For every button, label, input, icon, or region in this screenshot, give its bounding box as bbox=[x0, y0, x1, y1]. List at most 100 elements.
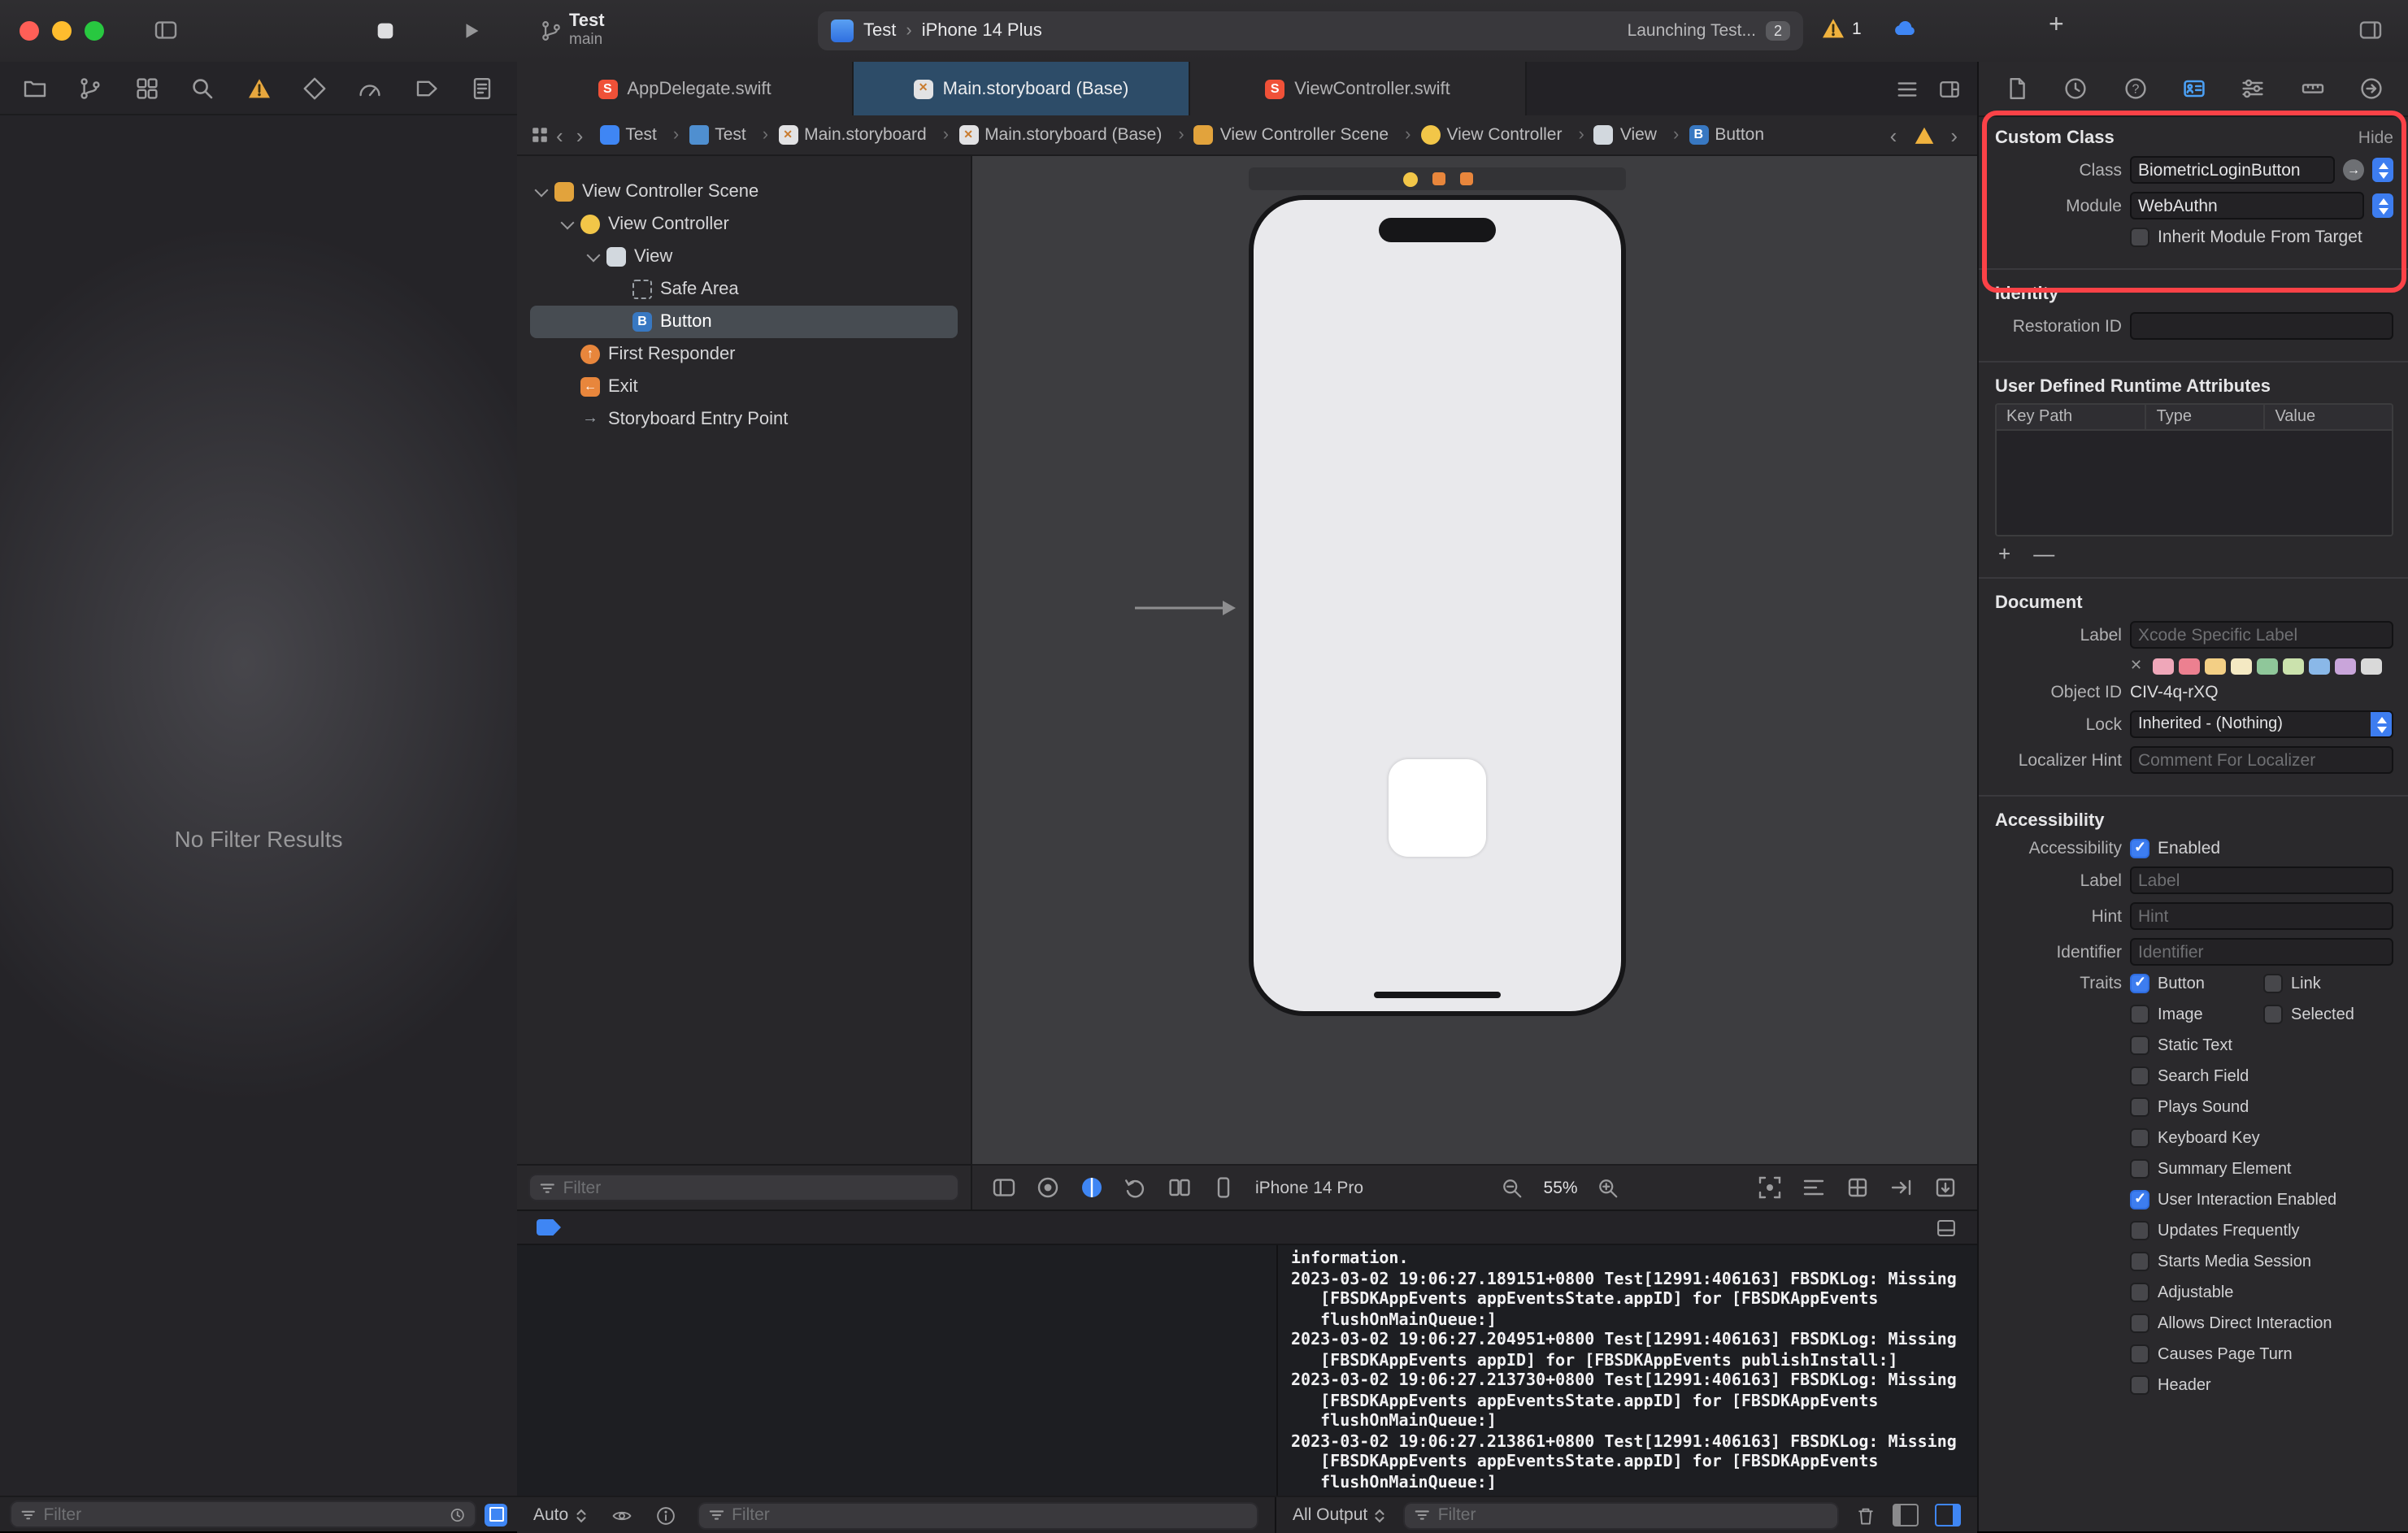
color-swatch[interactable] bbox=[2256, 658, 2277, 674]
biometric-login-button-view[interactable] bbox=[1389, 759, 1486, 857]
color-swatch[interactable] bbox=[2230, 658, 2251, 674]
color-swatch[interactable] bbox=[2152, 658, 2173, 674]
navigator-filter-field[interactable] bbox=[10, 1500, 476, 1528]
add-editor-icon[interactable] bbox=[1938, 77, 1961, 100]
document-label-input[interactable] bbox=[2138, 625, 2385, 645]
runtime-attributes-rows[interactable] bbox=[1997, 431, 2392, 535]
variables-filter-input[interactable] bbox=[732, 1505, 1249, 1525]
inherit-module-checkbox[interactable] bbox=[2130, 228, 2149, 247]
editor-tab[interactable]: ViewController.swift bbox=[1190, 62, 1527, 115]
trait-item[interactable]: Allows Direct Interaction bbox=[2130, 1314, 2393, 1333]
outline-row[interactable]: Storyboard Entry Point bbox=[517, 403, 971, 436]
breadcrumb-item[interactable]: View Controller bbox=[1420, 125, 1593, 145]
file-inspector-icon[interactable] bbox=[2005, 76, 2029, 101]
source-control-filter-toggle-icon[interactable] bbox=[485, 1503, 507, 1526]
identity-inspector-icon[interactable] bbox=[2182, 76, 2206, 101]
run-button[interactable] bbox=[460, 20, 483, 42]
color-swatch[interactable] bbox=[2282, 658, 2303, 674]
minimap-menu-icon[interactable] bbox=[1896, 77, 1919, 100]
trait-checkbox[interactable] bbox=[2130, 1097, 2149, 1117]
class-dropdown-icon[interactable] bbox=[2372, 158, 2393, 182]
trait-item[interactable]: User Interaction Enabled bbox=[2130, 1190, 2393, 1209]
outline-row[interactable]: Safe Area bbox=[517, 273, 971, 306]
trait-item[interactable]: Button bbox=[2130, 974, 2260, 993]
next-issue-icon[interactable]: › bbox=[1950, 124, 1958, 145]
stop-button[interactable] bbox=[374, 20, 397, 42]
navigator-filter-input[interactable] bbox=[43, 1505, 442, 1524]
add-constraints-icon[interactable] bbox=[1845, 1175, 1870, 1200]
variables-filter-field[interactable] bbox=[697, 1501, 1258, 1529]
console-filter-field[interactable] bbox=[1403, 1501, 1839, 1529]
symbols-navigator-icon[interactable] bbox=[135, 76, 159, 100]
clear-console-trash-icon[interactable] bbox=[1855, 1505, 1876, 1526]
color-swatch[interactable] bbox=[2204, 658, 2225, 674]
zoom-window-button[interactable] bbox=[85, 21, 104, 41]
trait-checkbox[interactable] bbox=[2130, 1283, 2149, 1302]
zoom-level[interactable]: 55% bbox=[1544, 1178, 1578, 1197]
breadcrumb-item[interactable]: Test bbox=[599, 125, 689, 145]
focus-mode-icon[interactable] bbox=[1758, 1175, 1782, 1200]
update-frames-icon[interactable] bbox=[1933, 1175, 1958, 1200]
document-label-field[interactable] bbox=[2130, 621, 2393, 649]
breakpoints-toggle-icon[interactable] bbox=[537, 1219, 561, 1236]
trait-checkbox[interactable] bbox=[2130, 1221, 2149, 1240]
trait-item[interactable]: Link bbox=[2263, 974, 2393, 993]
breakpoints-navigator-icon[interactable] bbox=[414, 76, 438, 100]
activity-count-badge[interactable]: 2 bbox=[1766, 21, 1790, 41]
accessibility-enabled-checkbox[interactable] bbox=[2130, 839, 2149, 858]
new-tab-button[interactable]: + bbox=[2049, 13, 2064, 39]
disclosure-chevron-icon[interactable] bbox=[559, 216, 576, 232]
console-scope-popup[interactable]: All Output bbox=[1293, 1505, 1387, 1525]
trait-checkbox[interactable] bbox=[2263, 974, 2283, 993]
project-navigator-icon[interactable] bbox=[23, 76, 47, 100]
trait-item[interactable]: Static Text bbox=[2130, 1036, 2393, 1055]
align-icon[interactable] bbox=[1802, 1175, 1826, 1200]
trait-checkbox[interactable] bbox=[2130, 1375, 2149, 1395]
trait-item[interactable]: Search Field bbox=[2130, 1066, 2393, 1086]
trait-item[interactable]: Updates Frequently bbox=[2130, 1221, 2393, 1240]
trait-checkbox[interactable] bbox=[2130, 974, 2149, 993]
accessibility-field-input[interactable] bbox=[2138, 906, 2385, 926]
trait-checkbox[interactable] bbox=[2130, 1190, 2149, 1209]
editor-tab[interactable]: Main.storyboard (Base) bbox=[854, 62, 1190, 115]
reports-navigator-icon[interactable] bbox=[470, 76, 494, 100]
trait-item[interactable]: Plays Sound bbox=[2130, 1097, 2393, 1117]
hide-section-button[interactable]: Hide bbox=[2358, 128, 2393, 148]
remove-attribute-button[interactable]: — bbox=[2033, 543, 2054, 564]
exit-dock-icon[interactable] bbox=[1459, 172, 1472, 185]
accessibility-field[interactable] bbox=[2130, 938, 2393, 966]
trait-checkbox[interactable] bbox=[2130, 1036, 2149, 1055]
outline-row[interactable]: Button bbox=[517, 306, 971, 338]
trait-checkbox[interactable] bbox=[2130, 1005, 2149, 1024]
outline-row[interactable]: Exit bbox=[517, 371, 971, 403]
variables-scope-popup[interactable]: Auto bbox=[533, 1505, 588, 1525]
find-navigator-icon[interactable] bbox=[190, 76, 215, 100]
outline-filter-input[interactable] bbox=[563, 1178, 950, 1197]
variables-view[interactable] bbox=[517, 1245, 1278, 1496]
first-responder-dock-icon[interactable] bbox=[1432, 172, 1445, 185]
view-controller-dock-icon[interactable] bbox=[1402, 172, 1417, 186]
breadcrumb-item[interactable]: View bbox=[1594, 125, 1689, 145]
console-filter-input[interactable] bbox=[1438, 1505, 1829, 1525]
trait-checkbox[interactable] bbox=[2130, 1159, 2149, 1179]
add-attribute-button[interactable]: + bbox=[1998, 543, 2010, 564]
disclosure-chevron-icon[interactable] bbox=[585, 249, 602, 265]
outline-row[interactable]: View Controller Scene bbox=[517, 176, 971, 208]
quicklook-eye-icon[interactable] bbox=[609, 1505, 633, 1526]
console-layout-icon[interactable] bbox=[1935, 1217, 1958, 1238]
trait-checkbox[interactable] bbox=[2130, 1128, 2149, 1148]
class-input[interactable] bbox=[2138, 160, 2327, 180]
console-output[interactable]: information. 2023-03-02 19:06:27.189151+… bbox=[1278, 1245, 1977, 1496]
accessibility-field[interactable] bbox=[2130, 866, 2393, 894]
zoom-out-icon[interactable] bbox=[1502, 1176, 1524, 1199]
appearance-toggle-icon[interactable] bbox=[1080, 1175, 1104, 1200]
zoom-in-icon[interactable] bbox=[1597, 1176, 1620, 1199]
module-dropdown-icon[interactable] bbox=[2372, 193, 2393, 218]
color-swatch[interactable] bbox=[2178, 658, 2199, 674]
breadcrumb-item[interactable]: Test bbox=[689, 125, 778, 145]
toggle-outline-icon[interactable] bbox=[992, 1175, 1016, 1200]
trait-checkbox[interactable] bbox=[2263, 1005, 2283, 1024]
device-bezel-icon[interactable] bbox=[1036, 1175, 1060, 1200]
scheme-target[interactable]: Test bbox=[863, 21, 896, 41]
connections-inspector-icon[interactable] bbox=[2359, 76, 2384, 101]
